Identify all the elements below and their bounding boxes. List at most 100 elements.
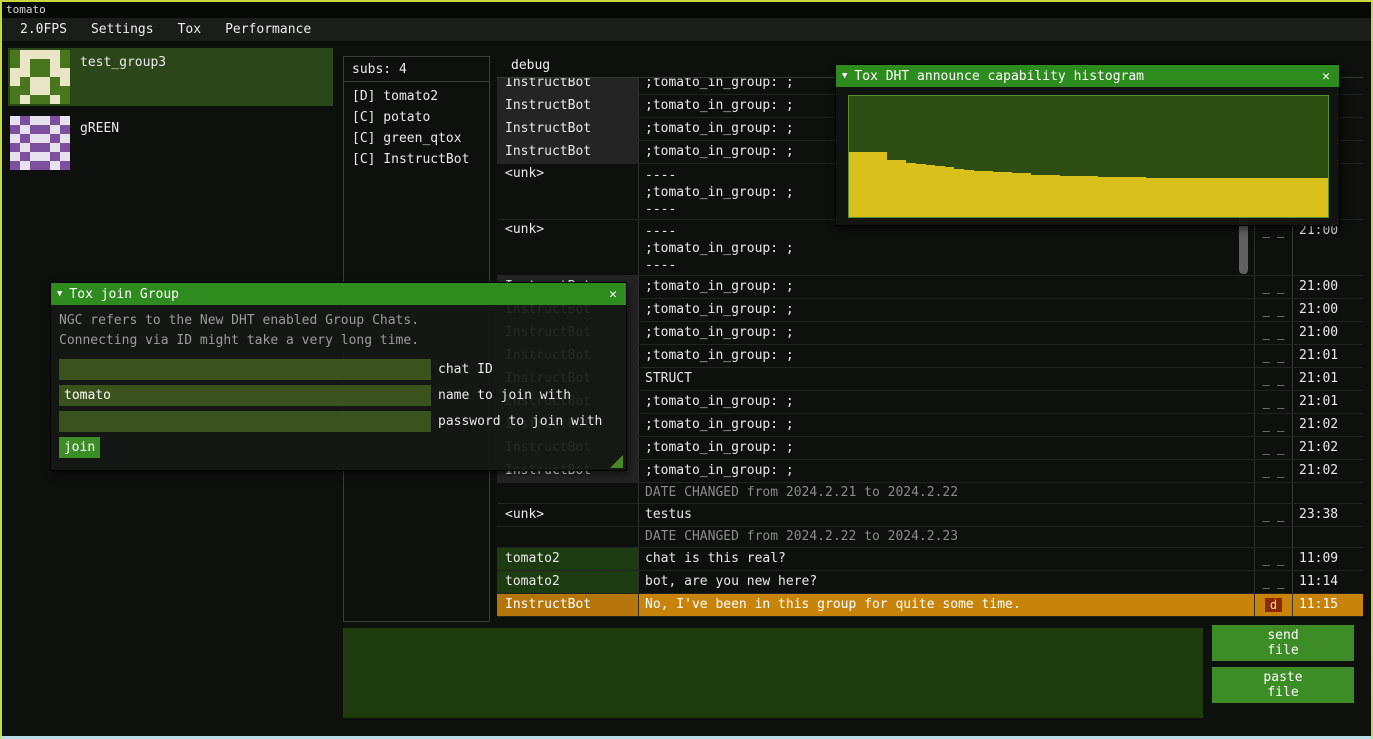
date-separator-row[interactable]: DATE CHANGED from 2024.2.22 to 2024.2.23 xyxy=(497,527,1363,548)
histogram-plot xyxy=(848,95,1329,218)
paste-file-button[interactable]: paste file xyxy=(1212,667,1354,703)
group-item-gREEN[interactable]: gREEN xyxy=(8,114,333,172)
join-field-row: password to join with xyxy=(59,411,618,432)
histogram-bar xyxy=(1309,178,1319,217)
sender-name: <unk> xyxy=(497,504,639,526)
message-text: STRUCT xyxy=(639,368,1255,390)
read-marker: _ _ xyxy=(1255,414,1293,436)
group-list: test_group3 gREEN xyxy=(8,48,333,180)
chat-row[interactable]: <unk>---- ;tomato_in_group: ; ----_ _21:… xyxy=(497,220,1363,276)
sender-name xyxy=(497,527,639,547)
send-file-button[interactable]: send file xyxy=(1212,625,1354,661)
histogram-bar xyxy=(993,172,1003,217)
tab-debug[interactable]: debug xyxy=(497,56,564,75)
histogram-window-titlebar[interactable]: ▼ Tox DHT announce capability histogram … xyxy=(836,65,1339,87)
timestamp: 21:02 xyxy=(1293,437,1363,459)
read-marker: _ _ xyxy=(1255,299,1293,321)
join-button[interactable]: join xyxy=(59,437,100,458)
histogram-bar xyxy=(1117,177,1127,217)
member-item[interactable]: [C] green_qtox xyxy=(344,128,489,149)
join-close-icon[interactable]: ✕ xyxy=(606,287,620,302)
menu-item-tox[interactable]: Tox xyxy=(166,18,213,41)
join-window-body: NGC refers to the New DHT enabled Group … xyxy=(51,305,626,471)
member-item[interactable]: [C] InstructBot xyxy=(344,149,489,170)
join-window-title: Tox join Group xyxy=(69,287,606,302)
histogram-bar xyxy=(1290,178,1300,217)
read-marker xyxy=(1255,483,1293,503)
resize-grip-icon[interactable] xyxy=(610,455,623,468)
histogram-window: ▼ Tox DHT announce capability histogram … xyxy=(835,64,1340,226)
member-item[interactable]: [D] tomato2 xyxy=(344,86,489,107)
histogram-bar xyxy=(1261,178,1271,217)
join-field-row: tomatoname to join with xyxy=(59,385,618,406)
histogram-bar xyxy=(964,170,974,217)
histogram-bar xyxy=(945,167,955,217)
message-input[interactable] xyxy=(343,628,1203,718)
group-avatar xyxy=(10,50,70,104)
timestamp xyxy=(1293,527,1363,547)
timestamp: 21:01 xyxy=(1293,368,1363,390)
read-marker xyxy=(1255,527,1293,547)
group-item-test_group3[interactable]: test_group3 xyxy=(8,48,333,106)
date-separator-row[interactable]: DATE CHANGED from 2024.2.21 to 2024.2.22 xyxy=(497,483,1363,504)
message-text: No, I've been in this group for quite so… xyxy=(639,594,1255,616)
date-changed-text: DATE CHANGED from 2024.2.21 to 2024.2.22 xyxy=(639,483,1255,503)
join-window-titlebar[interactable]: ▼ Tox join Group ✕ xyxy=(51,283,626,305)
sender-name xyxy=(497,483,639,503)
password-to-join-with-input[interactable] xyxy=(59,411,431,432)
sender-name: InstructBot xyxy=(497,141,639,163)
histogram-bar xyxy=(1041,175,1051,217)
join-fields: chat IDtomatoname to join withpassword t… xyxy=(59,359,618,432)
name-to-join-with-input[interactable]: tomato xyxy=(59,385,431,406)
message-text: ---- ;tomato_in_group: ; ---- xyxy=(639,220,1255,275)
timestamp: 21:00 xyxy=(1293,276,1363,298)
histogram-bar xyxy=(887,160,897,217)
collapse-arrow-icon[interactable]: ▼ xyxy=(57,289,62,299)
histogram-bar xyxy=(878,152,888,217)
sender-name: InstructBot xyxy=(497,118,639,140)
chat-row[interactable]: tomato2chat is this real?_ _11:09 xyxy=(497,548,1363,571)
read-marker: _ _ xyxy=(1255,345,1293,367)
histogram-bar xyxy=(1213,178,1223,217)
histogram-bar xyxy=(1232,178,1242,217)
histogram-bar xyxy=(1136,177,1146,217)
read-marker: _ _ xyxy=(1255,391,1293,413)
delivered-marker: d xyxy=(1265,598,1282,612)
histogram-bar xyxy=(1156,178,1166,217)
sender-name: InstructBot xyxy=(497,594,639,616)
histogram-bar xyxy=(926,165,936,217)
group-name: test_group3 xyxy=(80,55,166,70)
sender-name: tomato2 xyxy=(497,571,639,593)
histogram-close-icon[interactable]: ✕ xyxy=(1319,69,1333,84)
window-titlebar[interactable]: tomato xyxy=(2,2,1371,18)
chat-row[interactable]: tomato2bot, are you new here?_ _11:14 xyxy=(497,571,1363,594)
histogram-bar xyxy=(1108,177,1118,217)
histogram-bar xyxy=(1021,173,1031,217)
menu-item-performance[interactable]: Performance xyxy=(213,18,323,41)
menu-item-settings[interactable]: Settings xyxy=(79,18,166,41)
sender-name: <unk> xyxy=(497,220,639,275)
chat-row[interactable]: InstructBotNo, I've been in this group f… xyxy=(497,594,1363,617)
histogram-bar xyxy=(1194,178,1204,217)
timestamp: 23:38 xyxy=(1293,504,1363,526)
histogram-bar xyxy=(1165,178,1175,217)
histogram-bar xyxy=(983,171,993,217)
message-text: testus xyxy=(639,504,1255,526)
histogram-bar xyxy=(897,160,907,217)
histogram-bar xyxy=(916,164,926,217)
chat-row[interactable]: <unk>testus_ _23:38 xyxy=(497,504,1363,527)
menu-item-2-0fps: 2.0FPS xyxy=(8,18,79,41)
member-item[interactable]: [C] potato xyxy=(344,107,489,128)
timestamp: 21:02 xyxy=(1293,414,1363,436)
histogram-bar xyxy=(1012,173,1022,217)
histogram-bar xyxy=(1031,175,1041,217)
histogram-bar xyxy=(1069,176,1079,217)
chat-ID-input[interactable] xyxy=(59,359,431,380)
histogram-bar xyxy=(1098,177,1108,217)
read-marker: _ _ xyxy=(1255,220,1293,275)
collapse-arrow-icon[interactable]: ▼ xyxy=(842,71,847,81)
app-window: tomato 2.0FPSSettingsToxPerformance test… xyxy=(0,0,1373,739)
read-marker: _ _ xyxy=(1255,368,1293,390)
group-avatar xyxy=(10,116,70,170)
histogram-bar xyxy=(954,169,964,217)
